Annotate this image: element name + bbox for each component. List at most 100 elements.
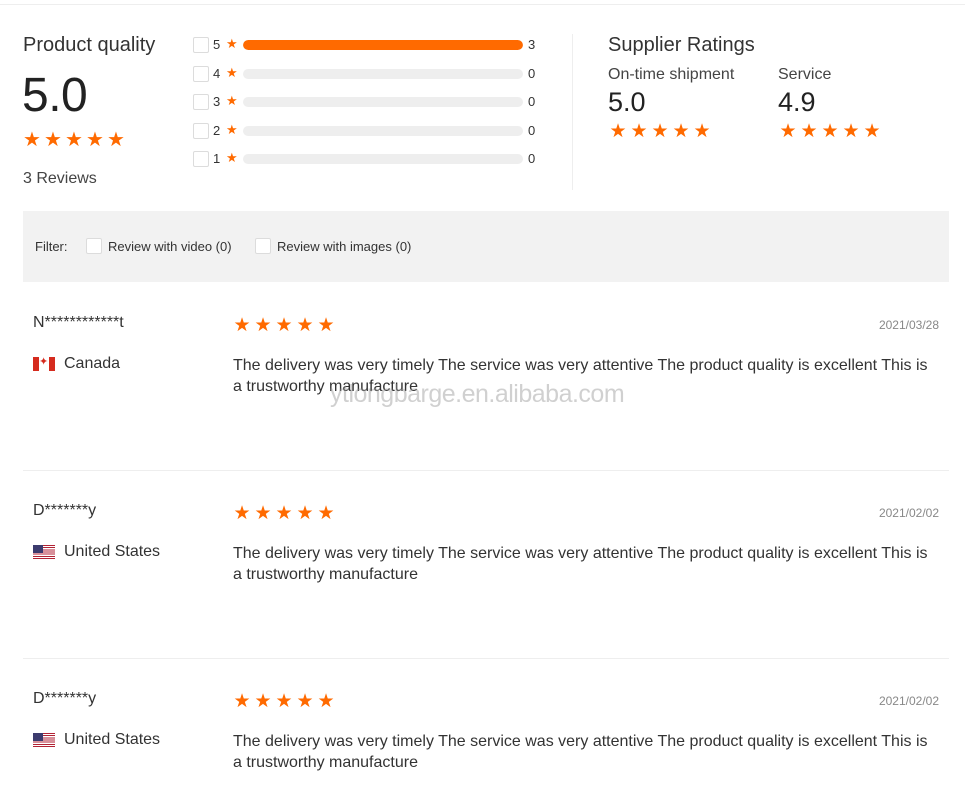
rating-count: 0	[528, 122, 536, 138]
supplier-ratings-title: Supplier Ratings	[608, 34, 755, 56]
review-divider	[23, 658, 949, 659]
canada-flag-icon	[33, 357, 55, 371]
section-divider	[572, 34, 573, 190]
rating-count: 0	[528, 94, 536, 109]
rating-count: 3	[528, 37, 536, 52]
review-date: 2021/02/02	[878, 694, 939, 708]
star-icon: ★	[630, 121, 648, 142]
country-name: United States	[64, 543, 161, 560]
rating-row-2[interactable]: 2 ★ 0	[193, 122, 543, 140]
reviewer-country: United States	[33, 543, 160, 561]
rating-stars-number: 3	[213, 94, 221, 109]
filter-images-label: Review with images (0)	[277, 238, 412, 254]
us-flag-icon	[33, 545, 55, 559]
rating-row-4[interactable]: 4 ★ 0	[193, 65, 543, 83]
rating-stars-number: 2	[213, 122, 221, 138]
review-text: The delivery was very timely The service…	[233, 545, 928, 583]
product-quality-score: 5.0	[22, 69, 88, 122]
filter-video-label: Review with video (0)	[108, 238, 232, 254]
on-time-shipment-score: 5.0	[608, 87, 646, 117]
rating-row-1[interactable]: 1 ★ 0	[193, 150, 543, 168]
star-icon: ★	[226, 150, 238, 165]
star-icon: ★	[779, 121, 797, 142]
rating-filter-checkbox[interactable]	[193, 37, 209, 53]
star-icon: ★	[296, 691, 314, 712]
rating-bar	[243, 125, 523, 136]
star-icon: ★	[254, 503, 272, 524]
service-label: Service	[778, 66, 832, 83]
star-icon: ★	[23, 129, 41, 151]
star-icon: ★	[317, 503, 335, 524]
rating-stars-number: 1	[213, 151, 221, 166]
rating-row-5[interactable]: 5 ★ 3	[193, 36, 543, 54]
review-stars: ★ ★ ★ ★ ★	[232, 504, 336, 523]
rating-bar-fill	[243, 40, 523, 50]
rating-bar	[243, 68, 523, 79]
review-item: D*******y United States ★ ★ ★ ★ ★ 2021/02/02…	[23, 470, 949, 658]
review-item: D*******y United States ★ ★ ★ ★ ★ 2021/02/02…	[23, 658, 949, 791]
star-icon: ★	[800, 121, 818, 142]
rating-bar	[243, 154, 523, 164]
reviewer-country: Canada	[33, 355, 120, 373]
star-icon: ★	[609, 121, 627, 142]
service-rating: Service 4.9 ★ ★ ★ ★ ★	[778, 66, 882, 141]
reviewer-name: N************t	[33, 314, 124, 331]
star-icon: ★	[226, 36, 238, 51]
star-icon: ★	[863, 121, 881, 142]
star-icon: ★	[107, 129, 125, 151]
star-icon: ★	[233, 691, 251, 712]
star-icon: ★	[226, 121, 238, 137]
star-icon: ★	[254, 691, 272, 712]
star-icon: ★	[317, 315, 335, 336]
service-stars: ★ ★ ★ ★ ★	[778, 122, 882, 141]
product-quality-title: Product quality	[23, 34, 156, 56]
star-icon: ★	[317, 691, 335, 712]
star-icon: ★	[672, 121, 690, 142]
reviewer-name: D*******y	[33, 502, 97, 519]
country-name: United States	[64, 731, 161, 748]
rating-count: 0	[528, 151, 536, 166]
review-text: The delivery was very timely The service…	[233, 733, 928, 771]
on-time-shipment-stars: ★ ★ ★ ★ ★	[608, 122, 734, 141]
review-date: 2021/03/28	[878, 318, 939, 332]
star-icon: ★	[254, 315, 272, 336]
star-icon: ★	[693, 121, 711, 142]
star-icon: ★	[233, 315, 251, 336]
star-icon: ★	[226, 93, 238, 108]
star-icon: ★	[226, 64, 238, 80]
star-icon: ★	[651, 121, 669, 142]
review-item: N************t Canada ★★★★★ 2021/03/28 T…	[23, 282, 949, 470]
rating-filter-checkbox[interactable]	[193, 94, 209, 110]
filter-video-checkbox[interactable]	[86, 238, 102, 254]
on-time-shipment-label: On-time shipment	[608, 66, 735, 83]
reviewer-country: United States	[33, 731, 160, 749]
filter-video-option[interactable]: Review with video (0)	[86, 238, 232, 254]
on-time-shipment-rating: On-time shipment 5.0 ★ ★ ★ ★ ★	[608, 66, 734, 141]
star-icon: ★	[44, 129, 62, 151]
filter-images-option[interactable]: Review with images (0)	[255, 238, 411, 254]
filter-label: Filter:	[35, 239, 68, 254]
reviews-count: 3 Reviews	[23, 170, 97, 187]
country-name: Canada	[64, 355, 121, 372]
review-stars: ★ ★ ★ ★ ★	[232, 692, 336, 711]
rating-bar	[243, 40, 523, 50]
star-icon: ★	[842, 121, 860, 142]
product-quality-stars: ★ ★ ★ ★ ★	[22, 130, 126, 150]
star-icon: ★	[275, 315, 293, 336]
rating-filter-checkbox[interactable]	[193, 151, 209, 167]
filter-images-checkbox[interactable]	[255, 238, 271, 254]
rating-stars-number: 4	[213, 65, 221, 81]
review-divider	[23, 470, 949, 471]
top-divider	[0, 4, 965, 5]
rating-count: 0	[528, 65, 536, 81]
rating-filter-checkbox[interactable]	[193, 65, 209, 82]
star-icon: ★	[275, 691, 293, 712]
rating-row-3[interactable]: 3 ★ 0	[193, 93, 543, 111]
star-icon: ★	[275, 503, 293, 524]
rating-stars-number: 5	[213, 37, 221, 52]
star-icon: ★	[233, 503, 251, 524]
service-score: 4.9	[778, 87, 816, 117]
star-icon: ★	[821, 121, 839, 142]
rating-filter-checkbox[interactable]	[193, 122, 209, 139]
star-icon: ★	[86, 129, 104, 151]
